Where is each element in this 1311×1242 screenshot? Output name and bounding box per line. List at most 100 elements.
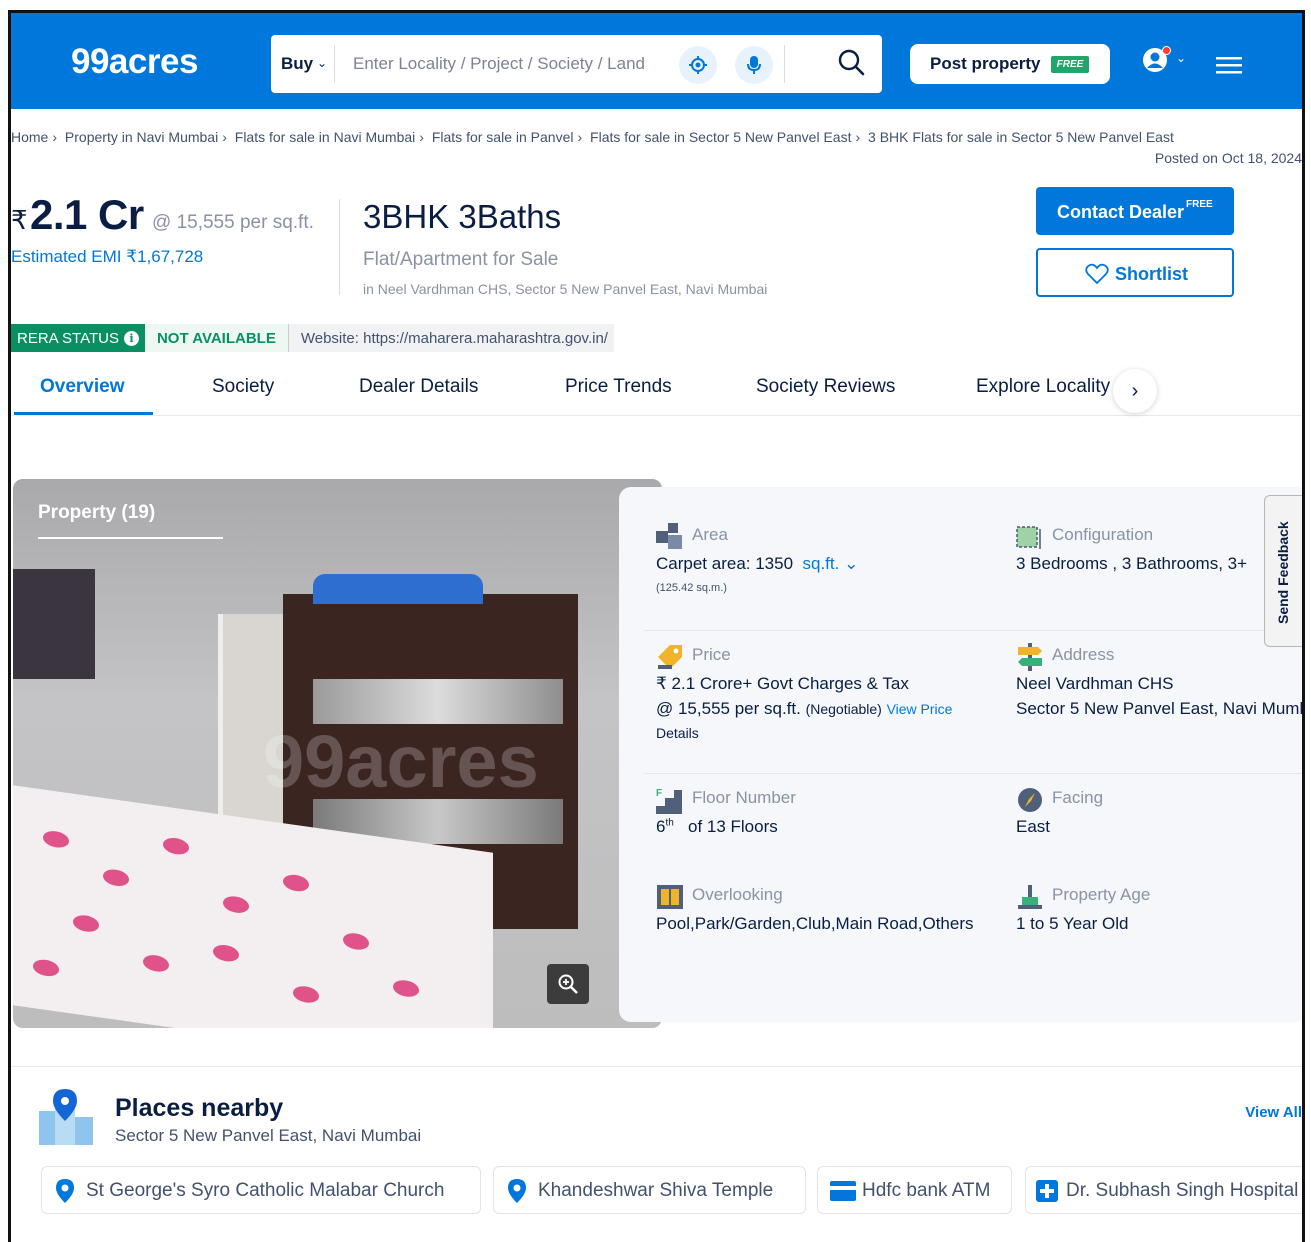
window-icon [656, 883, 684, 911]
breadcrumb-item[interactable]: Flats for sale in Sector 5 New Panvel Ea… [590, 129, 851, 145]
tab-explore-locality[interactable]: Explore Locality [976, 376, 1110, 398]
info-icon[interactable]: i [123, 330, 139, 346]
locate-me-icon[interactable] [679, 46, 717, 84]
view-all-link[interactable]: View All [1245, 1104, 1302, 1121]
rera-status-value: NOT AVAILABLE [144, 324, 288, 352]
send-feedback-label: Send Feedback [1275, 521, 1291, 624]
post-property-label: Post property [930, 54, 1041, 73]
configuration-icon [1016, 523, 1044, 551]
floor-value: 6th of 13 Floors [656, 817, 778, 836]
contact-dealer-button[interactable]: Contact Dealer FREE [1036, 187, 1234, 235]
breadcrumb-item[interactable]: Flats for sale in Panvel [432, 129, 574, 145]
contact-dealer-label: Contact Dealer [1057, 202, 1185, 222]
shortlist-button[interactable]: Shortlist [1036, 248, 1234, 297]
location-pin-icon [56, 1179, 74, 1208]
estimated-emi-link[interactable]: Estimated EMI ₹1,67,728 [11, 247, 203, 267]
tab-society[interactable]: Society [212, 376, 274, 398]
compass-icon [1016, 786, 1044, 814]
zoom-in-icon[interactable] [547, 964, 589, 1004]
area-unit-select[interactable]: sq.ft. [803, 554, 840, 573]
place-chip[interactable]: Khandeshwar Shiva Temple [493, 1166, 806, 1214]
area-label: Area [692, 525, 728, 544]
chevron-right-icon[interactable]: › [1113, 369, 1157, 413]
property-type: Flat/Apartment for Sale [363, 249, 559, 270]
divider [644, 773, 1302, 774]
price-rate: @ 15,555 per sq.ft. (Negotiable) View Pr… [656, 699, 953, 718]
price-total: ₹ 2.1 Crore+ Govt Charges & Tax [656, 674, 909, 693]
rera-status-tag: RERA STATUS i [11, 324, 145, 352]
top-header: 99acres Buy ⌄ Post property FREE ⌄ [11, 13, 1302, 109]
place-chip[interactable]: Hdfc bank ATM [817, 1166, 1012, 1214]
place-name: Dr. Subhash Singh Hospital [1066, 1180, 1299, 1201]
address-line2: Sector 5 New Panvel East, Navi Mumbai [1016, 699, 1305, 718]
city-buildings-icon [39, 1089, 95, 1152]
address-line1: Neel Vardhman CHS [1016, 674, 1174, 693]
tab-dealer-details[interactable]: Dealer Details [359, 376, 478, 398]
property-location: in Neel Vardhman CHS, Sector 5 New Panve… [363, 281, 768, 297]
posted-date: Posted on Oct 18, 2024 [1154, 150, 1302, 166]
place-name: St George's Syro Catholic Malabar Church [86, 1180, 445, 1201]
property-photo[interactable]: 99acres Property (19) [13, 479, 662, 1028]
property-age-label: Property Age [1052, 885, 1151, 904]
signpost-icon [1016, 643, 1044, 671]
building-age-icon [1016, 883, 1044, 911]
configuration-label: Configuration [1052, 525, 1154, 544]
search-icon[interactable] [837, 48, 865, 81]
search-bar: Buy ⌄ [271, 35, 882, 93]
page-frame: 99acres Buy ⌄ Post property FREE ⌄ [8, 10, 1305, 1242]
search-input[interactable] [353, 51, 645, 77]
floor-stairs-icon: F [656, 786, 684, 814]
hospital-cross-icon [1036, 1180, 1058, 1207]
hamburger-menu-icon[interactable] [1216, 55, 1242, 80]
area-sqm: (125.42 sq.m.) [656, 582, 727, 594]
currency-symbol: ₹ [11, 205, 28, 235]
places-nearby-section: Places nearby Sector 5 New Panvel East, … [11, 1066, 1302, 1242]
rera-status-bar: RERA STATUS i NOT AVAILABLE Website: htt… [11, 324, 614, 352]
facing-value: East [1016, 817, 1051, 836]
watermark: 99acres [263, 720, 539, 803]
heart-icon [1085, 263, 1109, 290]
section-tabs: Overview Society Dealer Details Price Tr… [11, 368, 1301, 416]
shortlist-label: Shortlist [1115, 264, 1189, 284]
rera-website[interactable]: Website: https://maharera.maharashtra.go… [287, 324, 614, 352]
tab-society-reviews[interactable]: Society Reviews [756, 376, 895, 398]
location-pin-icon [508, 1179, 526, 1208]
floor-label: Floor Number [692, 788, 796, 807]
listing-title: 3BHK 3Baths [363, 198, 562, 235]
view-price-details-link[interactable]: Details [656, 725, 699, 741]
price-per-sqft: @ 15,555 per sq.ft. [152, 212, 314, 233]
microphone-icon[interactable] [735, 46, 773, 84]
tab-price-trends[interactable]: Price Trends [565, 376, 672, 398]
place-name: Hdfc bank ATM [862, 1180, 991, 1201]
post-property-button[interactable]: Post property FREE [910, 44, 1110, 84]
place-chip[interactable]: St George's Syro Catholic Malabar Church [41, 1166, 481, 1214]
listing-price: 2.1 Cr [30, 191, 144, 238]
free-badge: FREE [1051, 56, 1089, 73]
divider [784, 45, 785, 83]
places-nearby-subtitle: Sector 5 New Panvel East, Navi Mumbai [115, 1126, 422, 1145]
breadcrumb-item[interactable]: Home [11, 129, 48, 145]
send-feedback-tab[interactable]: Send Feedback [1264, 495, 1302, 647]
facing-label: Facing [1052, 788, 1104, 807]
chevron-down-icon[interactable]: ⌄ [317, 56, 327, 70]
search-mode-select[interactable]: Buy [281, 54, 313, 74]
price-label: Price [692, 645, 731, 664]
property-age-value: 1 to 5 Year Old [1016, 914, 1129, 933]
tab-overview[interactable]: Overview [40, 376, 125, 398]
rera-label: RERA STATUS [17, 329, 119, 347]
divider [334, 45, 335, 83]
chevron-down-icon[interactable]: ⌄ [1176, 51, 1186, 65]
wall-frames [13, 569, 95, 679]
svg-text:F: F [656, 788, 662, 799]
breadcrumb-item[interactable]: Property in Navi Mumbai [65, 129, 218, 145]
price-tag-icon [656, 643, 684, 671]
configuration-value: 3 Bedrooms , 3 Bathrooms, 3+ [1016, 554, 1248, 573]
place-chip[interactable]: Dr. Subhash Singh Hospital [1025, 1166, 1302, 1214]
view-price-details-link[interactable]: View Price [887, 701, 953, 717]
places-nearby-title: Places nearby [115, 1094, 284, 1122]
area-icon [656, 523, 684, 551]
address-label: Address [1052, 645, 1115, 664]
gallery-title[interactable]: Property (19) [38, 502, 155, 524]
breadcrumb-item[interactable]: Flats for sale in Navi Mumbai [235, 129, 416, 145]
site-logo[interactable]: 99acres [71, 42, 198, 82]
